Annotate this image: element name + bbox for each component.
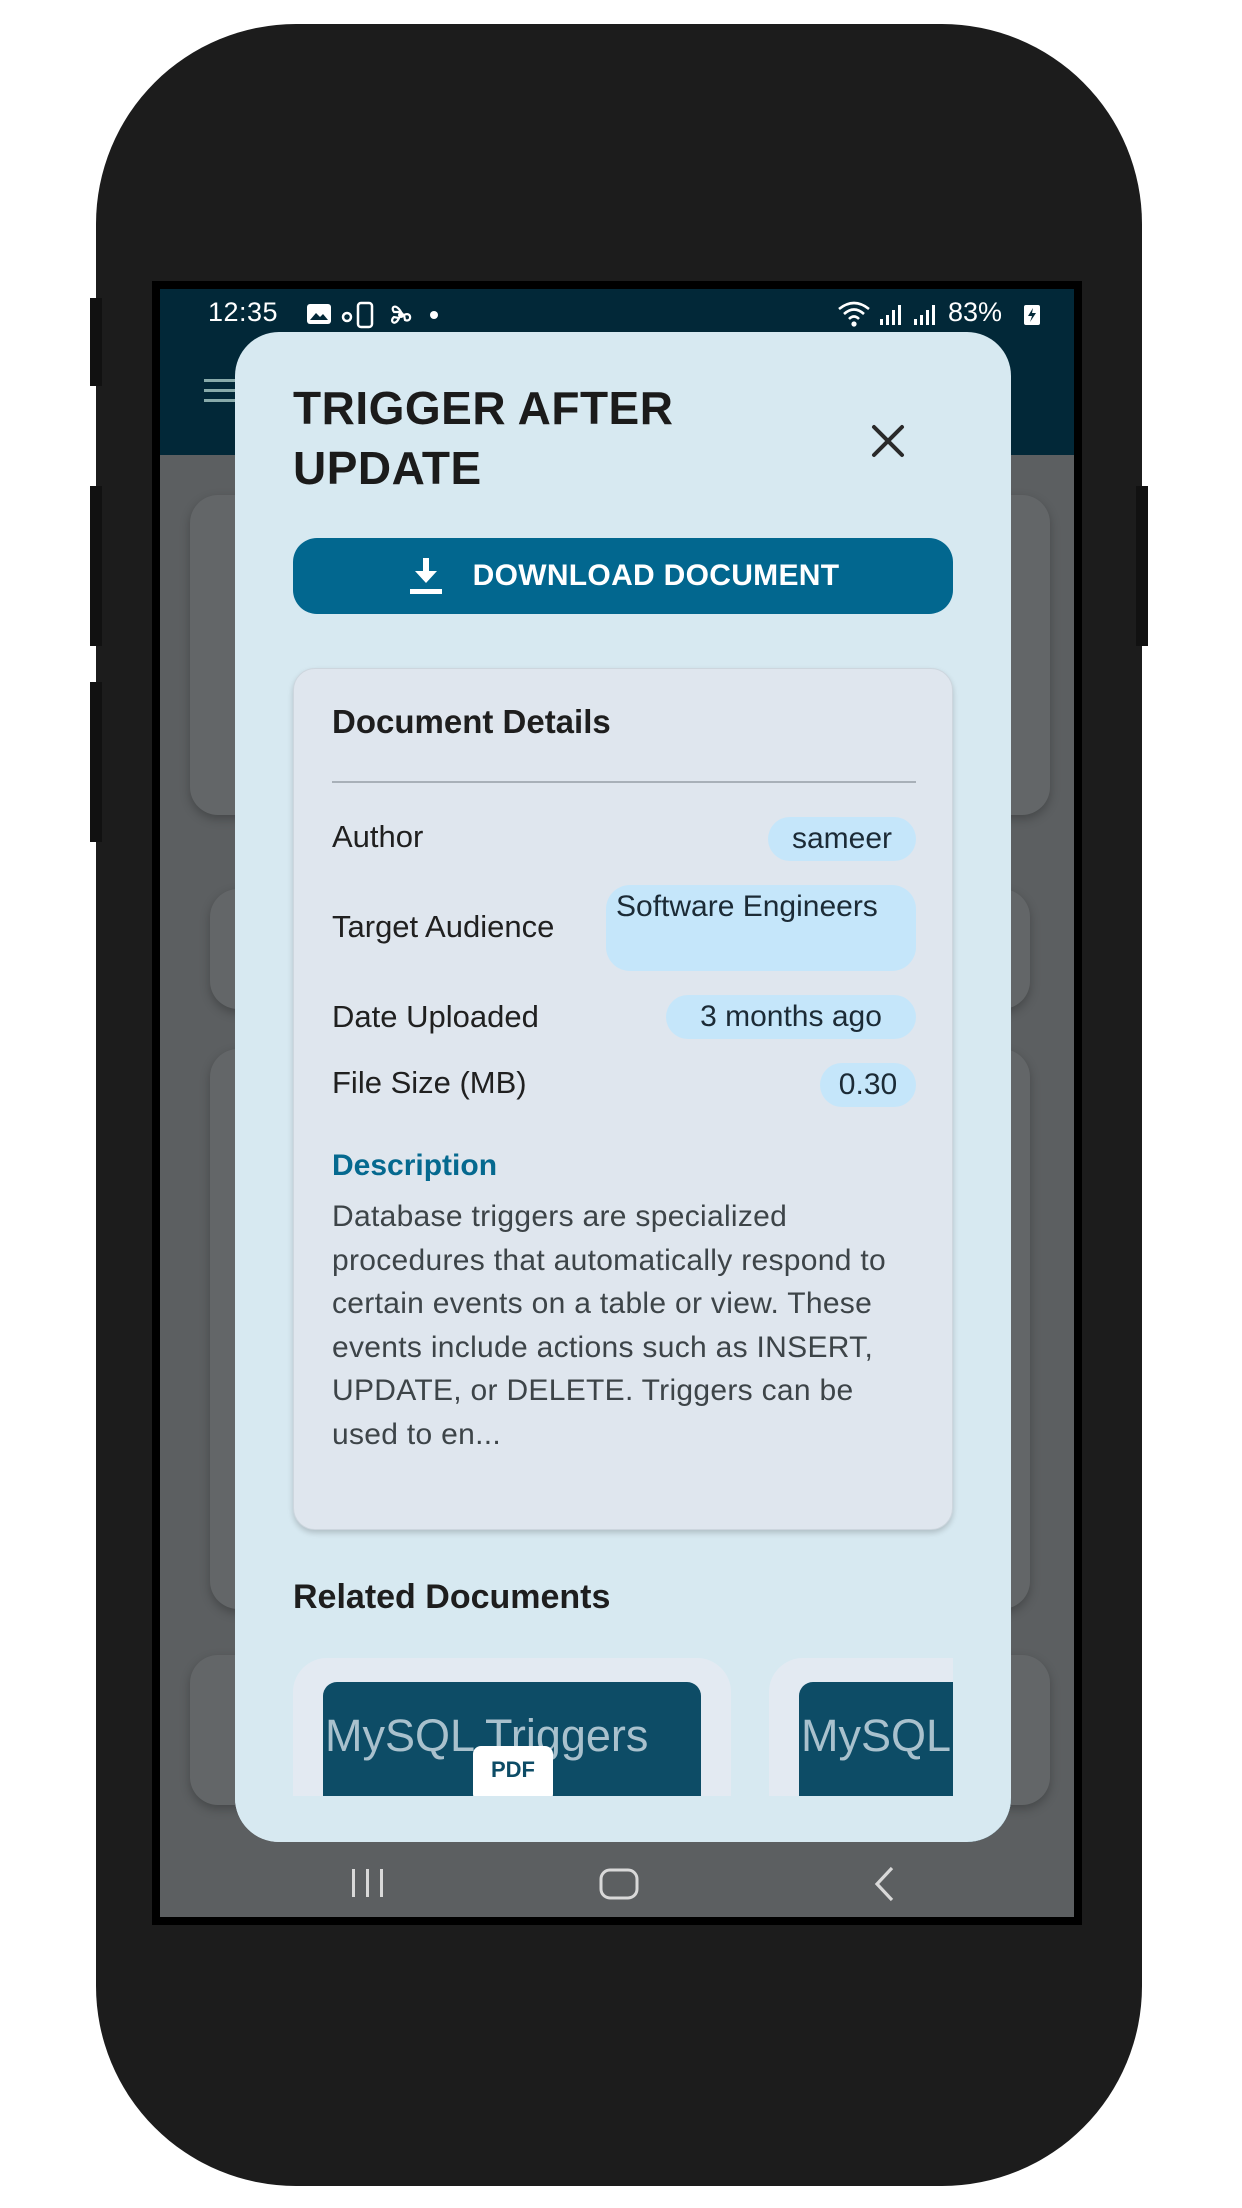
target-audience-value: Software Engineers (606, 885, 916, 971)
back-icon[interactable] (870, 1865, 898, 1903)
file-size-value: 0.30 (820, 1063, 916, 1107)
recent-apps-icon[interactable] (348, 1867, 388, 1899)
date-uploaded-label: Date Uploaded (332, 999, 539, 1034)
target-audience-label: Target Audience (332, 909, 555, 944)
close-icon[interactable] (863, 416, 913, 466)
menu-icon[interactable] (200, 373, 240, 409)
download-icon (407, 556, 445, 596)
description-heading: Description (332, 1149, 498, 1182)
download-document-button[interactable]: DOWNLOAD DOCUMENT (293, 538, 953, 614)
modal-title: TRIGGER AFTER UPDATE (293, 382, 674, 494)
download-button-label: DOWNLOAD DOCUMENT (472, 559, 840, 592)
modal-right-padding (953, 1658, 1011, 1798)
home-icon[interactable] (598, 1867, 640, 1901)
signal-icon (914, 305, 935, 325)
wifi-icon (838, 301, 870, 327)
author-value: sameer (768, 817, 916, 861)
status-time: 12:35 (208, 297, 279, 327)
file-size-label: File Size (MB) (332, 1065, 527, 1100)
author-label: Author (332, 819, 424, 854)
navigation-bar (160, 1849, 1074, 1917)
phone-icon (341, 301, 374, 329)
battery-charging-icon (1024, 305, 1040, 325)
pdf-badge: PDF (473, 1746, 553, 1802)
divider (332, 781, 916, 783)
battery-percent: 83% (948, 297, 1003, 327)
description-text: Database triggers are specialized proced… (332, 1200, 886, 1451)
date-uploaded-value: 3 months ago (666, 995, 916, 1039)
modal-bottom-padding (235, 1796, 1011, 1842)
image-icon (307, 304, 331, 324)
volume-button (90, 486, 102, 646)
fan-icon (391, 305, 412, 324)
document-details-card: Document Details Author sameer Target Au… (293, 668, 953, 1530)
bixby-button (90, 682, 102, 842)
close-button[interactable] (863, 416, 913, 466)
dot-icon (430, 311, 438, 319)
signal-icon (880, 305, 901, 325)
thumbnail-title: MySQL (801, 1710, 952, 1761)
document-modal: TRIGGER AFTER UPDATE DOWNLOAD DOCUMENT D… (235, 332, 1011, 1842)
volume-button (90, 298, 102, 386)
power-button (1136, 486, 1148, 646)
details-heading: Document Details (332, 703, 611, 740)
status-bar: 12:35 83% (160, 289, 1074, 337)
related-documents-heading: Related Documents (293, 1578, 611, 1616)
